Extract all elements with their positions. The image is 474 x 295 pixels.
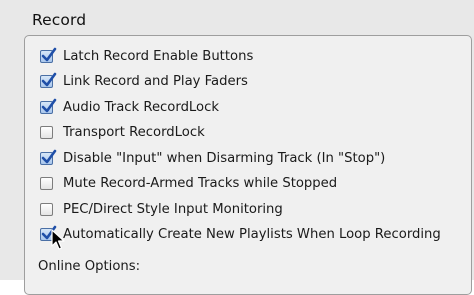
online-options-heading: Online Options: bbox=[38, 259, 141, 274]
checkbox-transport-recordlock[interactable] bbox=[40, 125, 53, 139]
option-disable-input-when-disarming[interactable]: Disable "Input" when Disarming Track (In… bbox=[40, 148, 385, 168]
option-label: Mute Record-Armed Tracks while Stopped bbox=[63, 175, 338, 191]
option-audio-track-recordlock[interactable]: Audio Track RecordLock bbox=[40, 97, 219, 117]
checkbox-audio-track-recordlock[interactable] bbox=[40, 98, 57, 114]
option-label: Audio Track RecordLock bbox=[63, 99, 220, 115]
checkbox-mute-record-armed-tracks[interactable] bbox=[40, 176, 53, 190]
option-label: Link Record and Play Faders bbox=[63, 73, 248, 89]
checkbox-disable-input-when-disarming[interactable] bbox=[40, 149, 57, 165]
option-label: PEC/Direct Style Input Monitoring bbox=[63, 201, 283, 217]
checkbox-latch-record-enable[interactable] bbox=[40, 47, 57, 63]
checkmark-icon bbox=[41, 47, 57, 61]
checkbox-link-record-play-faders[interactable] bbox=[40, 72, 57, 88]
option-label: Transport RecordLock bbox=[63, 124, 205, 140]
checkbox-pec-direct-input-monitoring[interactable] bbox=[40, 202, 53, 216]
preferences-panel: Record Latch Record Enable Buttons Link … bbox=[0, 0, 474, 295]
option-label: Disable "Input" when Disarming Track (In… bbox=[63, 150, 386, 166]
option-mute-record-armed-tracks[interactable]: Mute Record-Armed Tracks while Stopped bbox=[40, 173, 337, 193]
section-title-record: Record bbox=[32, 11, 87, 29]
option-transport-recordlock[interactable]: Transport RecordLock bbox=[40, 122, 205, 142]
option-label: Automatically Create New Playlists When … bbox=[63, 226, 441, 242]
option-auto-create-playlists-loop-recording[interactable]: Automatically Create New Playlists When … bbox=[40, 224, 441, 244]
mouse-pointer-icon bbox=[51, 229, 65, 250]
option-link-record-play-faders[interactable]: Link Record and Play Faders bbox=[40, 71, 248, 91]
option-label: Latch Record Enable Buttons bbox=[63, 48, 254, 64]
option-latch-record-enable[interactable]: Latch Record Enable Buttons bbox=[40, 46, 253, 66]
checkmark-icon bbox=[41, 149, 57, 163]
option-pec-direct-input-monitoring[interactable]: PEC/Direct Style Input Monitoring bbox=[40, 199, 283, 219]
checkmark-icon bbox=[41, 72, 57, 86]
checkmark-icon bbox=[41, 98, 57, 112]
